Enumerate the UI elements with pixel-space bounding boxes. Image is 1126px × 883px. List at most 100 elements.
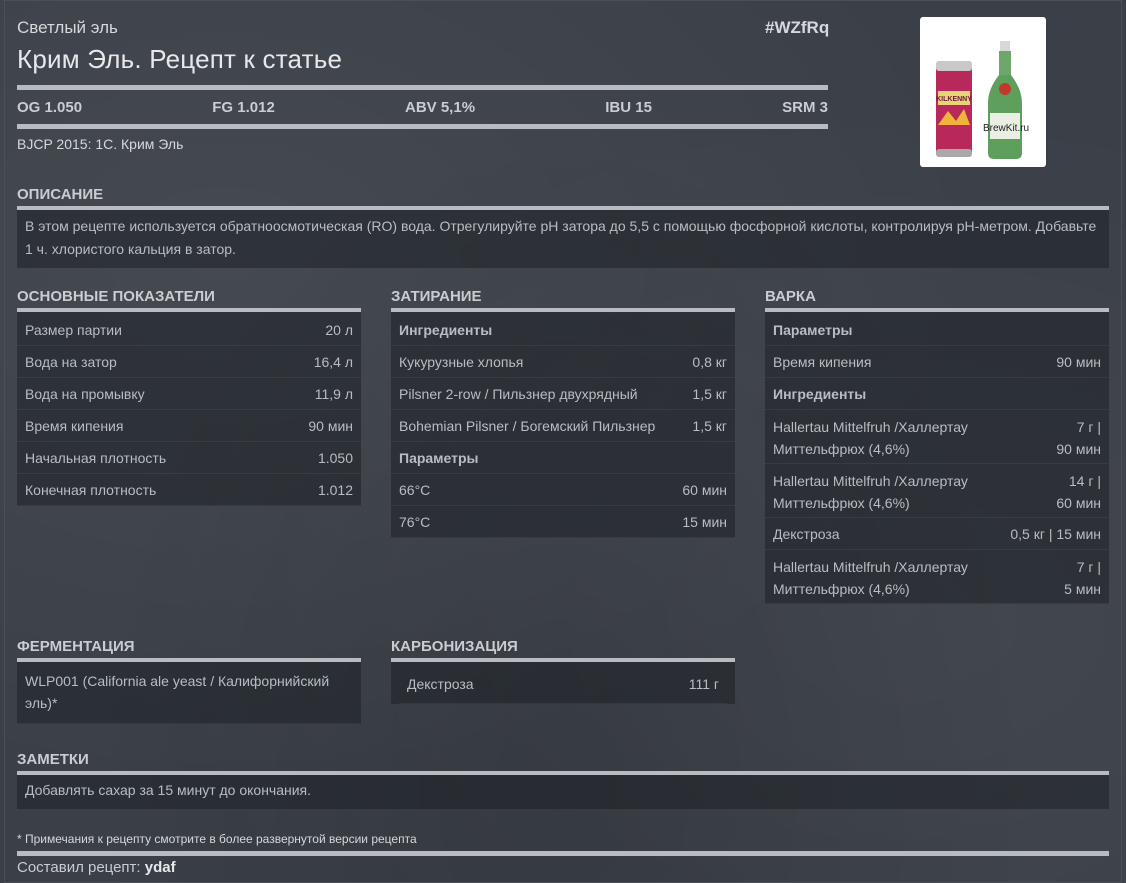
fermentation-title: ФЕРМЕНТАЦИЯ xyxy=(17,638,135,655)
description-title: ОПИСАНИЕ xyxy=(17,186,104,203)
style-name: Светлый эль xyxy=(17,18,118,37)
boil-ingredient-row: Hallertau Mittelfruh /Халлертау Миттельфр… xyxy=(765,464,1109,518)
row-value: 14 г | 60 мин xyxy=(1056,470,1101,514)
boil-ingredient-row: Декстроза 0,5 кг | 15 мин xyxy=(765,518,1109,550)
boil-ingredient-row: Hallertau Mittelfruh /Халлертау Миттельфр… xyxy=(765,410,1109,464)
row-value: 1,5 кг xyxy=(692,417,727,434)
basics-row: Время кипения 90 мин xyxy=(17,410,361,442)
row-label: Размер партии xyxy=(25,321,122,338)
row-label: Hallertau Mittelfruh /Халлертау Миттельфр… xyxy=(773,416,968,460)
description-text: В этом рецепте используется обратноосмот… xyxy=(17,210,1109,268)
row-label-line: Миттельфрюх (4,6%) xyxy=(773,441,910,457)
row-label-line: эль)* xyxy=(25,695,58,711)
row-label-line: Hallertau Mittelfruh /Халлертау xyxy=(773,473,968,489)
stat-ibu: IBU 15 xyxy=(605,98,652,116)
stat-abv: ABV 5,1% xyxy=(405,98,476,116)
boil-ingredient-row: Hallertau Mittelfruh /Халлертау Миттельфр… xyxy=(765,550,1109,604)
boil-param-row: Время кипения 90 мин xyxy=(765,346,1109,378)
row-label: Кукурузные хлопья xyxy=(399,353,524,370)
row-label-line: Hallertau Mittelfruh /Халлертау xyxy=(773,559,968,575)
row-label: Время кипения xyxy=(773,353,872,370)
row-label-line: WLP001 (California ale yeast / Калифорни… xyxy=(25,673,330,689)
row-value: 90 мин xyxy=(1056,353,1101,370)
carbonation-title: КАРБОНИЗАЦИЯ xyxy=(391,638,518,655)
row-value: 20 л xyxy=(325,321,353,338)
mash-ingredient-row: Bohemian Pilsner / Богемский Пильзнер 1,5… xyxy=(391,410,735,442)
author-label: Составил рецепт: xyxy=(17,859,141,876)
basics-row: Размер партии 20 л xyxy=(17,314,361,346)
mash-ingredient-row: Pilsner 2-row / Пильзнер двухрядный 1,5 к… xyxy=(391,378,735,410)
mash-title: ЗАТИРАНИЕ xyxy=(391,288,482,305)
footer-note: * Примечания к рецепту смотрите в более … xyxy=(17,832,417,846)
carbonation-row: Декстроза 111 г xyxy=(399,664,727,704)
mash-panel: Ингредиенты Кукурузные хлопья 0,8 кг Pils… xyxy=(391,312,735,538)
row-label: Вода на промывку xyxy=(25,385,145,402)
row-value: 15 мин xyxy=(682,513,727,530)
row-label-line: Миттельфрюх (4,6%) xyxy=(773,495,910,511)
row-label-line: Миттельфрюх (4,6%) xyxy=(773,581,910,597)
row-value: 11,9 л xyxy=(314,385,353,402)
row-label: Конечная плотность xyxy=(25,481,157,498)
row-value: 60 мин xyxy=(682,481,727,498)
stat-fg: FG 1.012 xyxy=(212,98,275,116)
mash-params-header: Параметры xyxy=(391,442,735,474)
yeast-row: WLP001 (California ale yeast / Калифорни… xyxy=(17,664,361,724)
basics-row: Вода на промывку 11,9 л xyxy=(17,378,361,410)
row-value: 1.050 xyxy=(317,449,353,466)
stat-srm: SRM 3 xyxy=(782,98,828,116)
row-value-line: 7 г | xyxy=(1076,419,1101,435)
row-label: Pilsner 2-row / Пильзнер двухрядный xyxy=(399,385,638,402)
row-label: Hallertau Mittelfruh /Халлертау Миттельфр… xyxy=(773,470,968,514)
beer-can-and-bottle-icon: KILKENNY BrewKit.ru xyxy=(936,41,1029,159)
boil-section: ВАРКА Параметры Время кипения 90 мин Ингр… xyxy=(765,288,1109,604)
author-name[interactable]: ydaf xyxy=(145,859,176,876)
stats-bar: OG 1.050 FG 1.012 ABV 5,1% IBU 15 SRM 3 xyxy=(17,85,828,129)
row-label: Bohemian Pilsner / Богемский Пильзнер xyxy=(399,417,656,434)
boil-params-header: Параметры xyxy=(765,314,1109,346)
bjcp-style: BJCP 2015: 1C. Крим Эль xyxy=(17,136,184,152)
mash-section: ЗАТИРАНИЕ Ингредиенты Кукурузные хлопья 0… xyxy=(391,288,735,538)
row-value: 0,8 кг xyxy=(692,353,727,370)
row-label-line: Hallertau Mittelfruh /Халлертау xyxy=(773,419,968,435)
row-value-line: 14 г | xyxy=(1068,473,1101,489)
row-value: 1,5 кг xyxy=(692,385,727,402)
footer-rule xyxy=(17,851,1109,856)
row-value-line: 60 мин xyxy=(1056,495,1101,511)
beer-image: KILKENNY BrewKit.ru xyxy=(920,17,1046,167)
basics-row: Конечная плотность 1.012 xyxy=(17,474,361,506)
image-watermark: BrewKit.ru xyxy=(983,123,1029,134)
mash-param-row: 76°C 15 мин xyxy=(391,506,735,538)
fermentation-section: ФЕРМЕНТАЦИЯ WLP001 (California ale yeast… xyxy=(17,638,361,724)
row-value: 111 г xyxy=(688,675,719,692)
mash-param-row: 66°C 60 мин xyxy=(391,474,735,506)
row-value: 16,4 л xyxy=(313,353,353,370)
recipe-code[interactable]: #WZfRq xyxy=(765,18,829,38)
boil-ingredients-header: Ингредиенты xyxy=(765,378,1109,410)
row-value: 7 г | 90 мин xyxy=(1056,416,1101,460)
row-value-line: 7 г | xyxy=(1076,559,1101,575)
row-label: WLP001 (California ale yeast / Калифорни… xyxy=(25,670,329,714)
row-value-line: 5 мин xyxy=(1064,581,1101,597)
row-label: Hallertau Mittelfruh /Халлертау Миттельфр… xyxy=(773,556,968,600)
row-label: Время кипения xyxy=(25,417,124,434)
row-value: 0,5 кг | 15 мин xyxy=(1010,525,1101,542)
row-label: Начальная плотность xyxy=(25,449,167,466)
basics-row: Вода на затор 16,4 л xyxy=(17,346,361,378)
can-label: KILKENNY xyxy=(936,96,972,103)
boil-title: ВАРКА xyxy=(765,288,816,305)
page-title: Крим Эль. Рецепт к статье xyxy=(17,44,343,74)
row-value: 1.012 xyxy=(317,481,353,498)
boil-panel: Параметры Время кипения 90 мин Ингредиент… xyxy=(765,312,1109,604)
row-label: 76°C xyxy=(399,513,431,530)
notes-text: Добавлять сахар за 15 минут до окончания… xyxy=(17,775,1109,809)
row-value-line: 90 мин xyxy=(1056,441,1101,457)
row-label: Декстроза xyxy=(407,675,474,692)
carbonation-section: КАРБОНИЗАЦИЯ Декстроза 111 г xyxy=(391,638,735,704)
row-value: 7 г | 5 мин xyxy=(1064,556,1101,600)
basics-section: ОСНОВНЫЕ ПОКАЗАТЕЛИ Размер партии 20 л Во… xyxy=(17,288,361,506)
basics-title: ОСНОВНЫЕ ПОКАЗАТЕЛИ xyxy=(17,288,215,305)
row-label: Вода на затор xyxy=(25,353,117,370)
fermentation-panel: WLP001 (California ale yeast / Калифорни… xyxy=(17,662,361,724)
row-label: 66°C xyxy=(399,481,431,498)
basics-row: Начальная плотность 1.050 xyxy=(17,442,361,474)
